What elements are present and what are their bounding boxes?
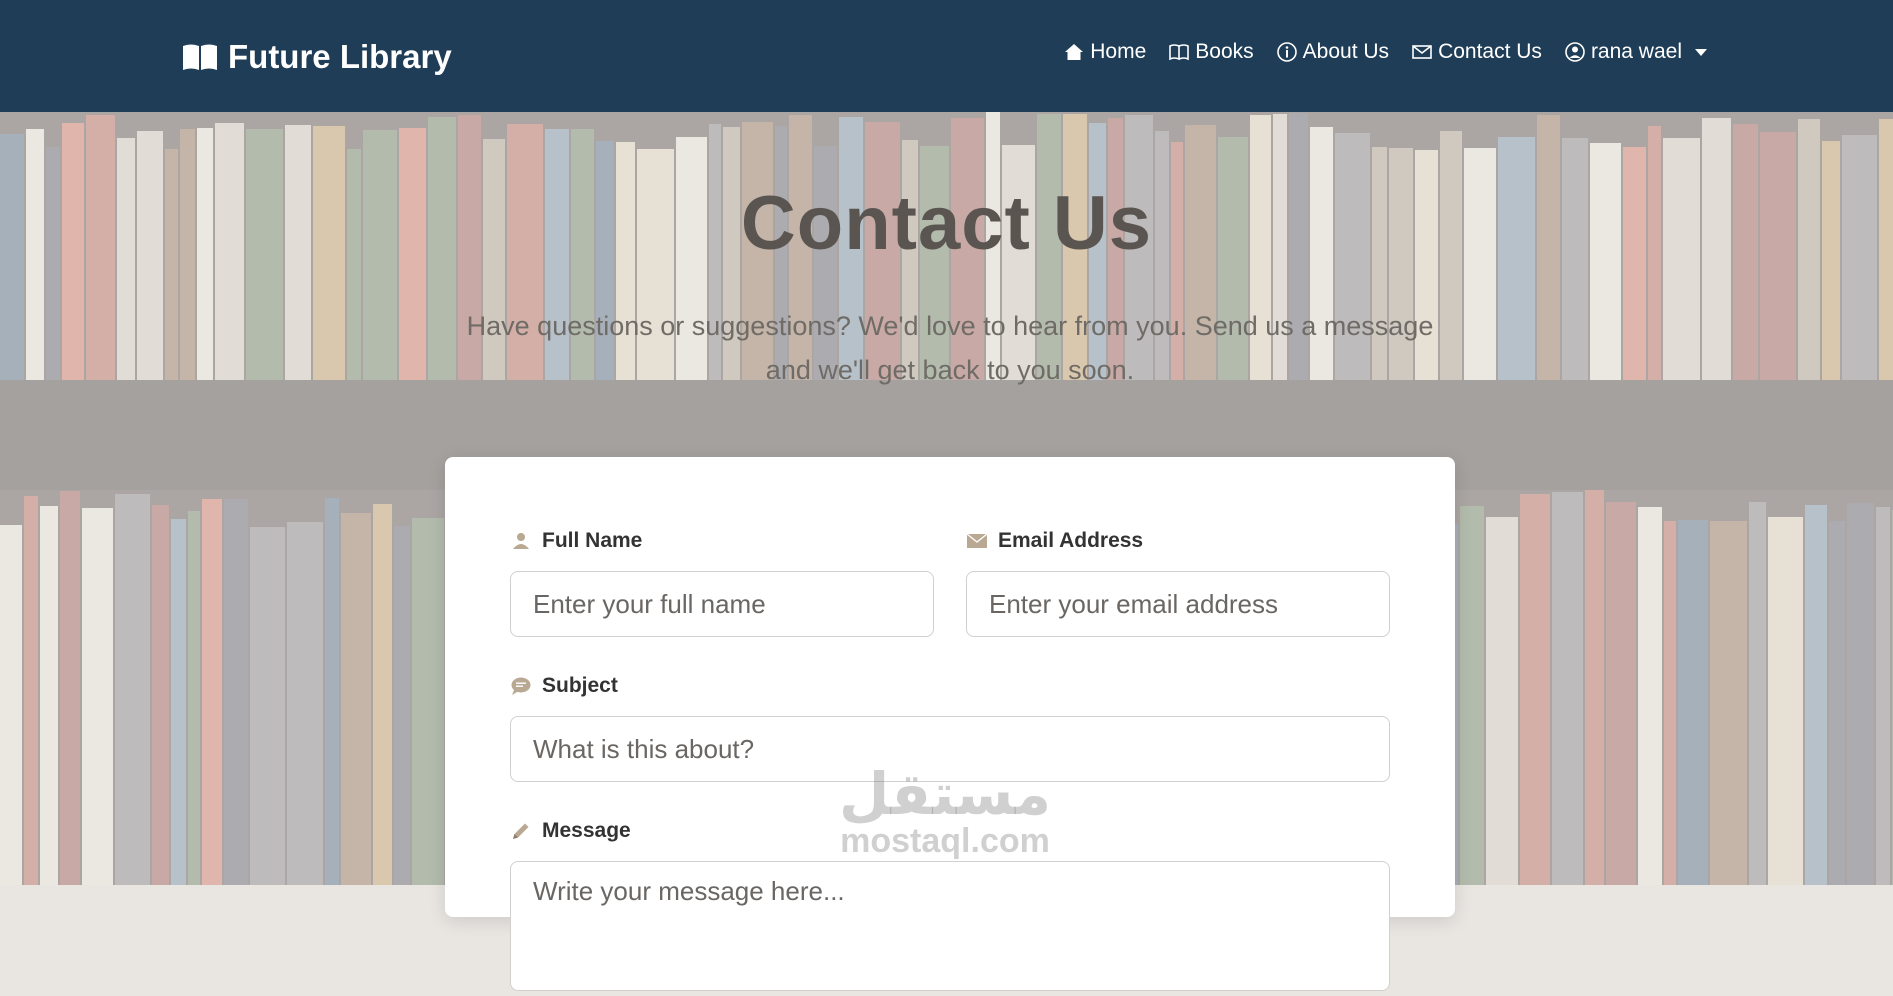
nav-contact-label: Contact Us: [1438, 40, 1542, 63]
full-name-field: Full Name: [510, 527, 934, 637]
message-label: Message: [510, 817, 1390, 845]
brand-name: Future Library: [228, 38, 452, 75]
nav-links: Home Books About Us Contact Us rana wael: [1063, 40, 1707, 64]
chat-bubble-icon: [511, 677, 531, 695]
full-name-label-text: Full Name: [542, 529, 643, 552]
user-name: rana wael: [1590, 40, 1682, 63]
email-field: Email Address: [966, 527, 1390, 637]
nav-books-label: Books: [1195, 40, 1254, 63]
nav-contact[interactable]: Contact Us: [1411, 40, 1542, 64]
email-label-text: Email Address: [998, 529, 1144, 552]
full-name-label: Full Name: [510, 527, 934, 555]
message-label-text: Message: [542, 819, 631, 842]
contact-form-card: Full Name Email Address Subject: [445, 457, 1455, 991]
nav-about[interactable]: About Us: [1276, 40, 1389, 64]
envelope-icon: [1412, 45, 1432, 59]
message-field: Message: [510, 817, 1390, 996]
nav-about-label: About Us: [1302, 40, 1390, 63]
caret-down-icon: [1695, 48, 1707, 56]
page-subtitle: Have questions or suggestions? We'd love…: [466, 311, 1434, 385]
email-label: Email Address: [966, 527, 1390, 555]
person-icon: [513, 533, 529, 549]
envelope-icon: [966, 533, 988, 548]
home-icon: [1065, 44, 1084, 60]
navbar: Future Library Home Books About Us Conta…: [0, 0, 1893, 112]
book-icon: [1169, 44, 1190, 61]
nav-home[interactable]: Home: [1063, 40, 1146, 64]
pencil-icon: [513, 823, 529, 839]
subject-field: Subject: [510, 672, 1390, 782]
brand-link[interactable]: Future Library: [182, 36, 452, 78]
subject-label: Subject: [510, 672, 1390, 700]
info-icon: [1276, 42, 1297, 62]
open-book-icon: [183, 44, 217, 70]
message-textarea[interactable]: [510, 861, 1390, 991]
subject-input[interactable]: [510, 716, 1390, 782]
full-name-input[interactable]: [510, 571, 934, 637]
nav-books[interactable]: Books: [1168, 40, 1254, 64]
subject-label-text: Subject: [542, 674, 618, 697]
nav-home-label: Home: [1090, 40, 1147, 63]
user-menu-toggle[interactable]: rana wael: [1564, 40, 1707, 64]
user-circle-icon: [1565, 42, 1585, 62]
page-title: Contact Us: [740, 181, 1153, 266]
email-input[interactable]: [966, 571, 1390, 637]
